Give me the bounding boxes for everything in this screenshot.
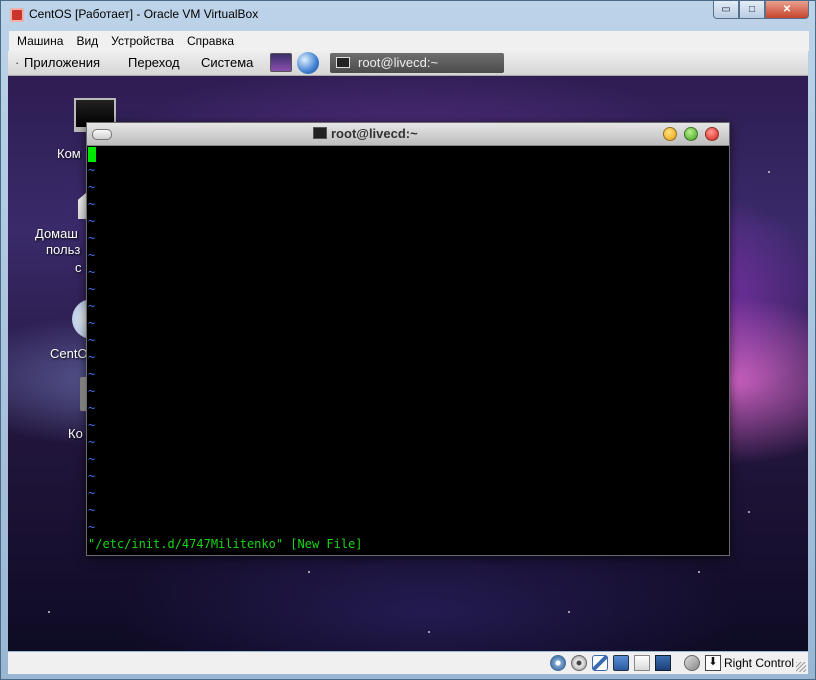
taskbar-terminal-label: root@livecd:~ — [358, 55, 439, 70]
terminal-icon — [313, 127, 327, 139]
vim-tilde: ~ — [88, 180, 96, 194]
vim-tilde: ~ — [88, 282, 96, 296]
star — [308, 571, 310, 573]
usb-icon[interactable] — [592, 655, 608, 671]
vim-tilde: ~ — [88, 214, 96, 228]
star — [748, 511, 750, 513]
vim-tilde: ~ — [88, 350, 96, 364]
menu-machine[interactable]: Машина — [17, 34, 63, 48]
menu-devices[interactable]: Устройства — [111, 34, 174, 48]
vim-tilde: ~ — [88, 333, 96, 347]
star — [48, 611, 50, 613]
shared-folder-icon[interactable] — [634, 655, 650, 671]
vim-status-line: "/etc/init.d/4747Militenko" [New File] — [88, 537, 363, 551]
star — [768, 171, 770, 173]
vim-tilde: ~ — [88, 384, 96, 398]
virtualbox-app-icon — [10, 8, 24, 22]
vim-tilde: ~ — [88, 367, 96, 381]
vim-tilde: ~ — [88, 265, 96, 279]
menu-help[interactable]: Справка — [187, 34, 234, 48]
keyboard-capture-icon[interactable]: ⬇ — [705, 655, 721, 671]
star — [698, 571, 700, 573]
vim-tilde: ~ — [88, 401, 96, 415]
desktop-label-trash[interactable]: Ко — [68, 426, 83, 441]
vim-tilde: ~ — [88, 486, 96, 500]
panel-places-menu[interactable]: Переход — [128, 55, 180, 70]
hdd-icon[interactable] — [550, 655, 566, 671]
star — [428, 631, 430, 633]
close-button[interactable]: ✕ — [765, 1, 809, 19]
host-key-label: Right Control — [724, 656, 795, 670]
cd-icon[interactable] — [571, 655, 587, 671]
vim-tilde: ~ — [88, 520, 96, 534]
maximize-button[interactable]: □ — [739, 1, 765, 19]
desktop-label-computer[interactable]: Ком — [57, 146, 81, 161]
vbox-statusbar: ⬇ Right Control — [8, 652, 808, 674]
terminal-close-button[interactable] — [705, 127, 719, 141]
vbox-menubar: Машина Вид Устройства Справка — [9, 31, 809, 51]
terminal-titlebar[interactable]: root@livecd:~ — [87, 123, 729, 146]
vim-empty-lines: ~ ~ ~ ~ ~ ~ ~ ~ ~ ~ ~ ~ ~ ~ ~ ~ ~ ~ ~ ~ ~ ~ — [88, 162, 100, 536]
terminal-title: root@livecd:~ — [331, 126, 418, 141]
browser-launcher-icon[interactable] — [297, 52, 319, 74]
mouse-integration-icon[interactable] — [684, 655, 700, 671]
resize-grip[interactable] — [796, 662, 806, 672]
taskbar-terminal-button[interactable]: root@livecd:~ — [330, 53, 504, 73]
panel-system-menu[interactable]: Система — [201, 55, 253, 70]
vim-tilde: ~ — [88, 316, 96, 330]
minimize-button[interactable]: ▭ — [713, 1, 739, 19]
wallpaper-launcher-icon[interactable] — [270, 53, 292, 72]
vim-tilde: ~ — [88, 299, 96, 313]
window-titlebar[interactable]: CentOS [Работает] - Oracle VM VirtualBox… — [1, 1, 815, 29]
window-title: CentOS [Работает] - Oracle VM VirtualBox — [29, 7, 259, 21]
display-icon[interactable] — [655, 655, 671, 671]
vim-tilde: ~ — [88, 163, 96, 177]
menu-view[interactable]: Вид — [76, 34, 98, 48]
desktop-label-home-3[interactable]: с — [75, 260, 82, 275]
panel-handle-icon: · — [15, 55, 20, 70]
panel-applications-menu[interactable]: Приложения — [24, 55, 100, 70]
vim-tilde: ~ — [88, 503, 96, 517]
terminal-window[interactable]: root@livecd:~ ~ ~ ~ ~ ~ ~ ~ ~ ~ ~ ~ ~ ~ ~ ~ ~ ~ ~ ~ ~ ~ ~ "/e… — [86, 122, 730, 556]
terminal-icon — [336, 57, 350, 68]
star — [568, 611, 570, 613]
vim-tilde: ~ — [88, 231, 96, 245]
terminal-content[interactable]: ~ ~ ~ ~ ~ ~ ~ ~ ~ ~ ~ ~ ~ ~ ~ ~ ~ ~ ~ ~ ~ ~ "/etc/init.d/4747… — [87, 145, 729, 555]
vim-tilde: ~ — [88, 469, 96, 483]
desktop-label-home-2[interactable]: польз — [46, 242, 80, 257]
vim-tilde: ~ — [88, 197, 96, 211]
network-icon[interactable] — [613, 655, 629, 671]
vim-tilde: ~ — [88, 248, 96, 262]
gnome-top-panel: · Приложения Переход Система root@livecd… — [8, 51, 808, 76]
vim-tilde: ~ — [88, 435, 96, 449]
desktop-label-centos-cd[interactable]: CentO — [50, 346, 88, 361]
window-menu-button[interactable] — [92, 129, 112, 140]
vim-tilde: ~ — [88, 418, 96, 432]
terminal-maximize-button[interactable] — [684, 127, 698, 141]
terminal-minimize-button[interactable] — [663, 127, 677, 141]
guest-screen[interactable]: · Приложения Переход Система root@livecd… — [8, 51, 808, 651]
vim-tilde: ~ — [88, 452, 96, 466]
text-cursor — [88, 147, 96, 162]
desktop-label-home-1[interactable]: Домаш — [35, 226, 78, 241]
